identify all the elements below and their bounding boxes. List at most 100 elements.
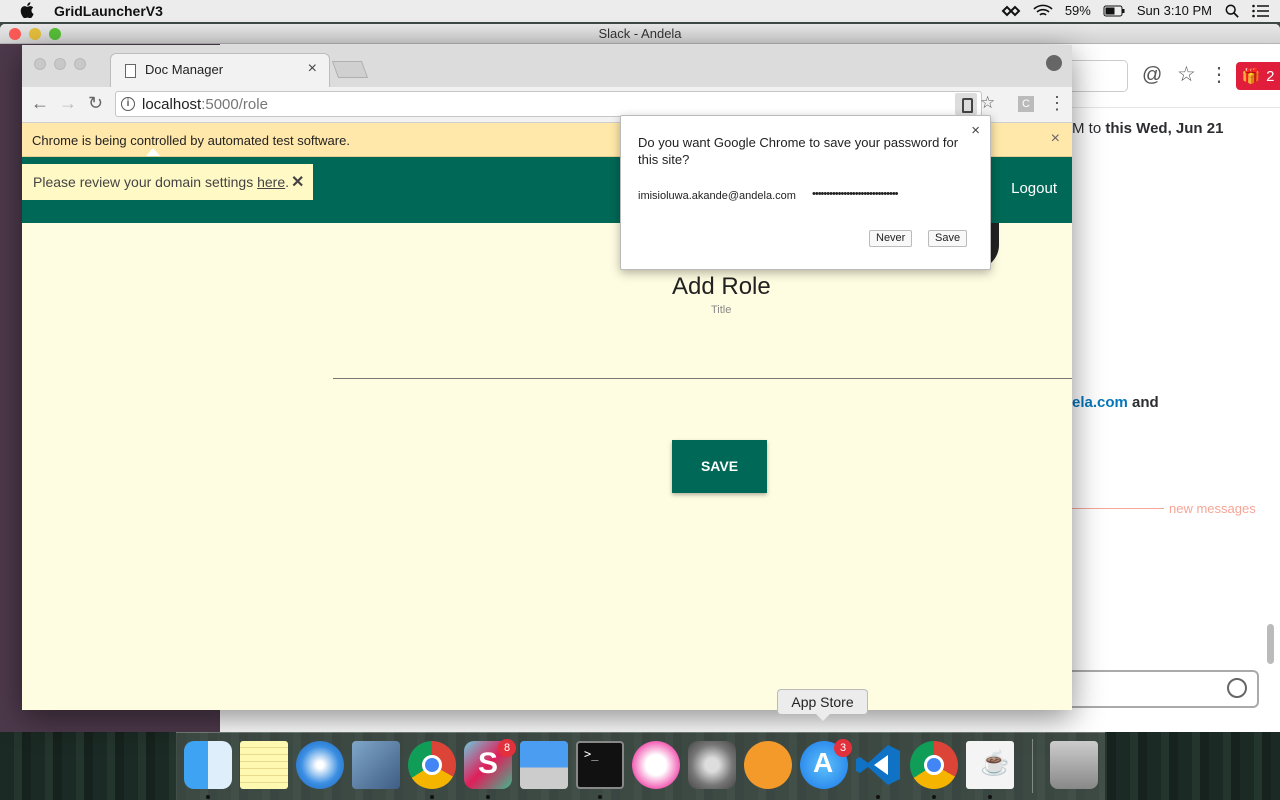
- app-store-icon[interactable]: A 3: [800, 739, 852, 789]
- star-icon[interactable]: ☆: [1177, 62, 1196, 87]
- link-icon[interactable]: [1001, 4, 1021, 18]
- active-app-name[interactable]: GridLauncherV3: [54, 3, 163, 19]
- page-title: Add Role: [672, 273, 771, 300]
- address-bar[interactable]: i localhost:5000/role ☆: [115, 91, 995, 117]
- new-messages-label: new messages: [1169, 501, 1256, 516]
- running-indicator: [206, 795, 210, 799]
- zoom-window-button[interactable]: [49, 28, 61, 40]
- wifi-icon[interactable]: [1033, 4, 1053, 18]
- tab-title: Doc Manager: [145, 62, 224, 77]
- running-indicator: [988, 795, 992, 799]
- dock-tooltip: App Store: [777, 689, 868, 721]
- battery-icon[interactable]: [1103, 4, 1125, 18]
- keynote-icon[interactable]: [520, 741, 568, 789]
- gift-count: 2: [1266, 67, 1275, 85]
- popup-pointer: [146, 148, 160, 156]
- menu-bar-clock[interactable]: Sun 3:10 PM: [1137, 3, 1212, 18]
- profile-icon[interactable]: [1046, 55, 1062, 71]
- close-tab-icon[interactable]: ×: [308, 60, 317, 78]
- toast-message: Please review your domain settings here.: [33, 174, 289, 190]
- save-button[interactable]: SAVE: [672, 440, 767, 493]
- running-indicator: [932, 795, 936, 799]
- bookmark-star-icon[interactable]: ☆: [980, 93, 995, 113]
- address-bar-url[interactable]: localhost:5000/role: [142, 96, 268, 113]
- page-content: [22, 223, 1072, 710]
- more-options-icon[interactable]: ⋮: [1209, 62, 1229, 87]
- domain-settings-link[interactable]: here: [257, 174, 285, 190]
- toast-text: Please review your domain settings: [33, 174, 258, 190]
- back-arrow-icon[interactable]: ←: [31, 93, 49, 114]
- dock-divider: [1032, 739, 1033, 793]
- emoji-icon[interactable]: [1227, 678, 1247, 698]
- minimize-window-button[interactable]: [54, 58, 66, 70]
- site-info-icon[interactable]: i: [121, 97, 135, 111]
- toast-text: .: [285, 174, 290, 190]
- mentions-icon[interactable]: @: [1142, 64, 1162, 87]
- save-password-button[interactable]: Save: [928, 230, 968, 247]
- message-bold-text: this Wed, Jun 21: [1105, 120, 1224, 137]
- running-indicator: [598, 795, 602, 799]
- message-text: M to: [1072, 120, 1106, 137]
- message-bold-text: and: [1127, 394, 1159, 411]
- close-toast-icon[interactable]: ✕: [291, 172, 304, 192]
- vscode-icon[interactable]: [854, 741, 902, 789]
- url-host: localhost: [142, 96, 202, 113]
- title-field-label: Title: [711, 304, 732, 316]
- system-preferences-icon[interactable]: [688, 741, 736, 789]
- minimize-window-button[interactable]: [29, 28, 41, 40]
- terminal-icon[interactable]: >_: [576, 741, 624, 789]
- trash-icon[interactable]: [1050, 741, 1098, 789]
- close-window-button[interactable]: [9, 28, 21, 40]
- mail-icon[interactable]: [352, 741, 400, 789]
- notes-icon[interactable]: [240, 741, 288, 789]
- ibooks-icon[interactable]: [744, 741, 792, 789]
- app-store-badge: 3: [834, 739, 852, 757]
- url-path: :5000/role: [201, 96, 268, 113]
- infobar-message: Chrome is being controlled by automated …: [32, 133, 350, 148]
- close-dialog-icon[interactable]: ×: [971, 122, 980, 139]
- chrome-menu-icon[interactable]: ⋮: [1048, 93, 1066, 114]
- finder-icon[interactable]: [184, 741, 232, 789]
- spotlight-search-icon[interactable]: [1224, 4, 1240, 18]
- chrome-icon[interactable]: [408, 741, 456, 789]
- page-icon: [125, 64, 136, 78]
- safari-icon[interactable]: [296, 741, 344, 789]
- running-indicator: [486, 795, 490, 799]
- key-icon[interactable]: [955, 93, 977, 115]
- close-infobar-icon[interactable]: ×: [1051, 130, 1060, 148]
- title-input[interactable]: [333, 378, 1072, 379]
- save-password-dialog: Do you want Google Chrome to save your p…: [620, 115, 991, 270]
- java-icon[interactable]: ☕: [966, 741, 1014, 789]
- new-messages-divider: [1072, 508, 1164, 509]
- slack-notification-badge: 8: [498, 739, 516, 757]
- slack-message-fragment: M to this Wed, Jun 21: [1072, 120, 1223, 137]
- chrome-icon[interactable]: [910, 741, 958, 789]
- domain-settings-toast: Please review your domain settings here.…: [22, 164, 313, 200]
- slack-icon[interactable]: S 8: [464, 739, 516, 789]
- macos-menu-bar: GridLauncherV3 59% Sun 3:10 PM: [0, 0, 1280, 22]
- new-tab-button[interactable]: [331, 61, 369, 78]
- running-indicator: [430, 795, 434, 799]
- itunes-icon[interactable]: [632, 741, 680, 789]
- close-window-button[interactable]: [34, 58, 46, 70]
- battery-percentage[interactable]: 59%: [1065, 3, 1091, 18]
- never-button[interactable]: Never: [869, 230, 913, 247]
- reload-icon[interactable]: ↻: [88, 93, 103, 114]
- tab-doc-manager[interactable]: Doc Manager ×: [110, 53, 330, 87]
- chrome-tab-strip: Doc Manager ×: [22, 45, 1072, 87]
- notification-center-icon[interactable]: [1252, 4, 1270, 18]
- apple-menu-icon[interactable]: [20, 2, 34, 18]
- saved-password-mask: ••••••••••••••••••••••••••••••: [812, 188, 899, 200]
- forward-arrow-icon[interactable]: →: [59, 93, 77, 114]
- dock: S 8 >_ A 3 ☕: [176, 732, 1105, 800]
- slack-scrollbar[interactable]: [1267, 624, 1274, 664]
- message-link[interactable]: ela.com: [1072, 394, 1128, 411]
- gift-button[interactable]: 🎁 2: [1236, 62, 1280, 90]
- slack-search-input[interactable]: [1072, 60, 1128, 92]
- logout-link[interactable]: Logout: [1011, 180, 1057, 197]
- save-password-question: Do you want Google Chrome to save your p…: [638, 135, 959, 167]
- saved-username: imisioluwa.akande@andela.com: [638, 190, 796, 202]
- extension-icon[interactable]: C: [1018, 96, 1034, 112]
- zoom-window-button[interactable]: [74, 58, 86, 70]
- running-indicator: [876, 795, 880, 799]
